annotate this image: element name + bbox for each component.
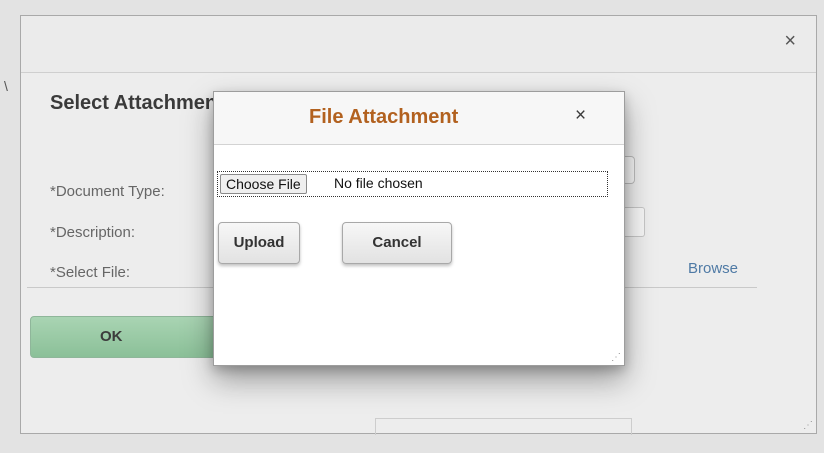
file-input[interactable]: Choose File No file chosen [217, 171, 608, 197]
select-file-label: *Select File: [50, 264, 131, 281]
cancel-button[interactable]: Cancel [342, 222, 452, 264]
upload-button[interactable]: Upload [218, 222, 300, 264]
close-icon[interactable]: × [784, 31, 796, 51]
resize-grip-icon[interactable]: ⋰ [611, 353, 621, 363]
modal-title: File Attachment [309, 106, 459, 128]
description-label: *Description: [50, 224, 136, 241]
choose-file-button[interactable]: Choose File [220, 174, 307, 194]
dialog-header: × [21, 16, 816, 73]
background-fragment: \ [4, 78, 8, 94]
close-icon[interactable]: × [575, 106, 586, 126]
ok-button[interactable]: OK [30, 316, 220, 358]
dialog-title: Select Attachment [50, 92, 224, 114]
browse-link[interactable]: Browse [688, 260, 738, 277]
document-type-label: *Document Type: [50, 183, 165, 200]
background-frame [375, 418, 632, 435]
file-status-text: No file chosen [334, 175, 423, 191]
file-attachment-modal: File Attachment × Choose File No file ch… [213, 91, 625, 366]
resize-grip-icon[interactable]: ⋰ [803, 421, 813, 431]
modal-header: File Attachment × [214, 92, 624, 145]
